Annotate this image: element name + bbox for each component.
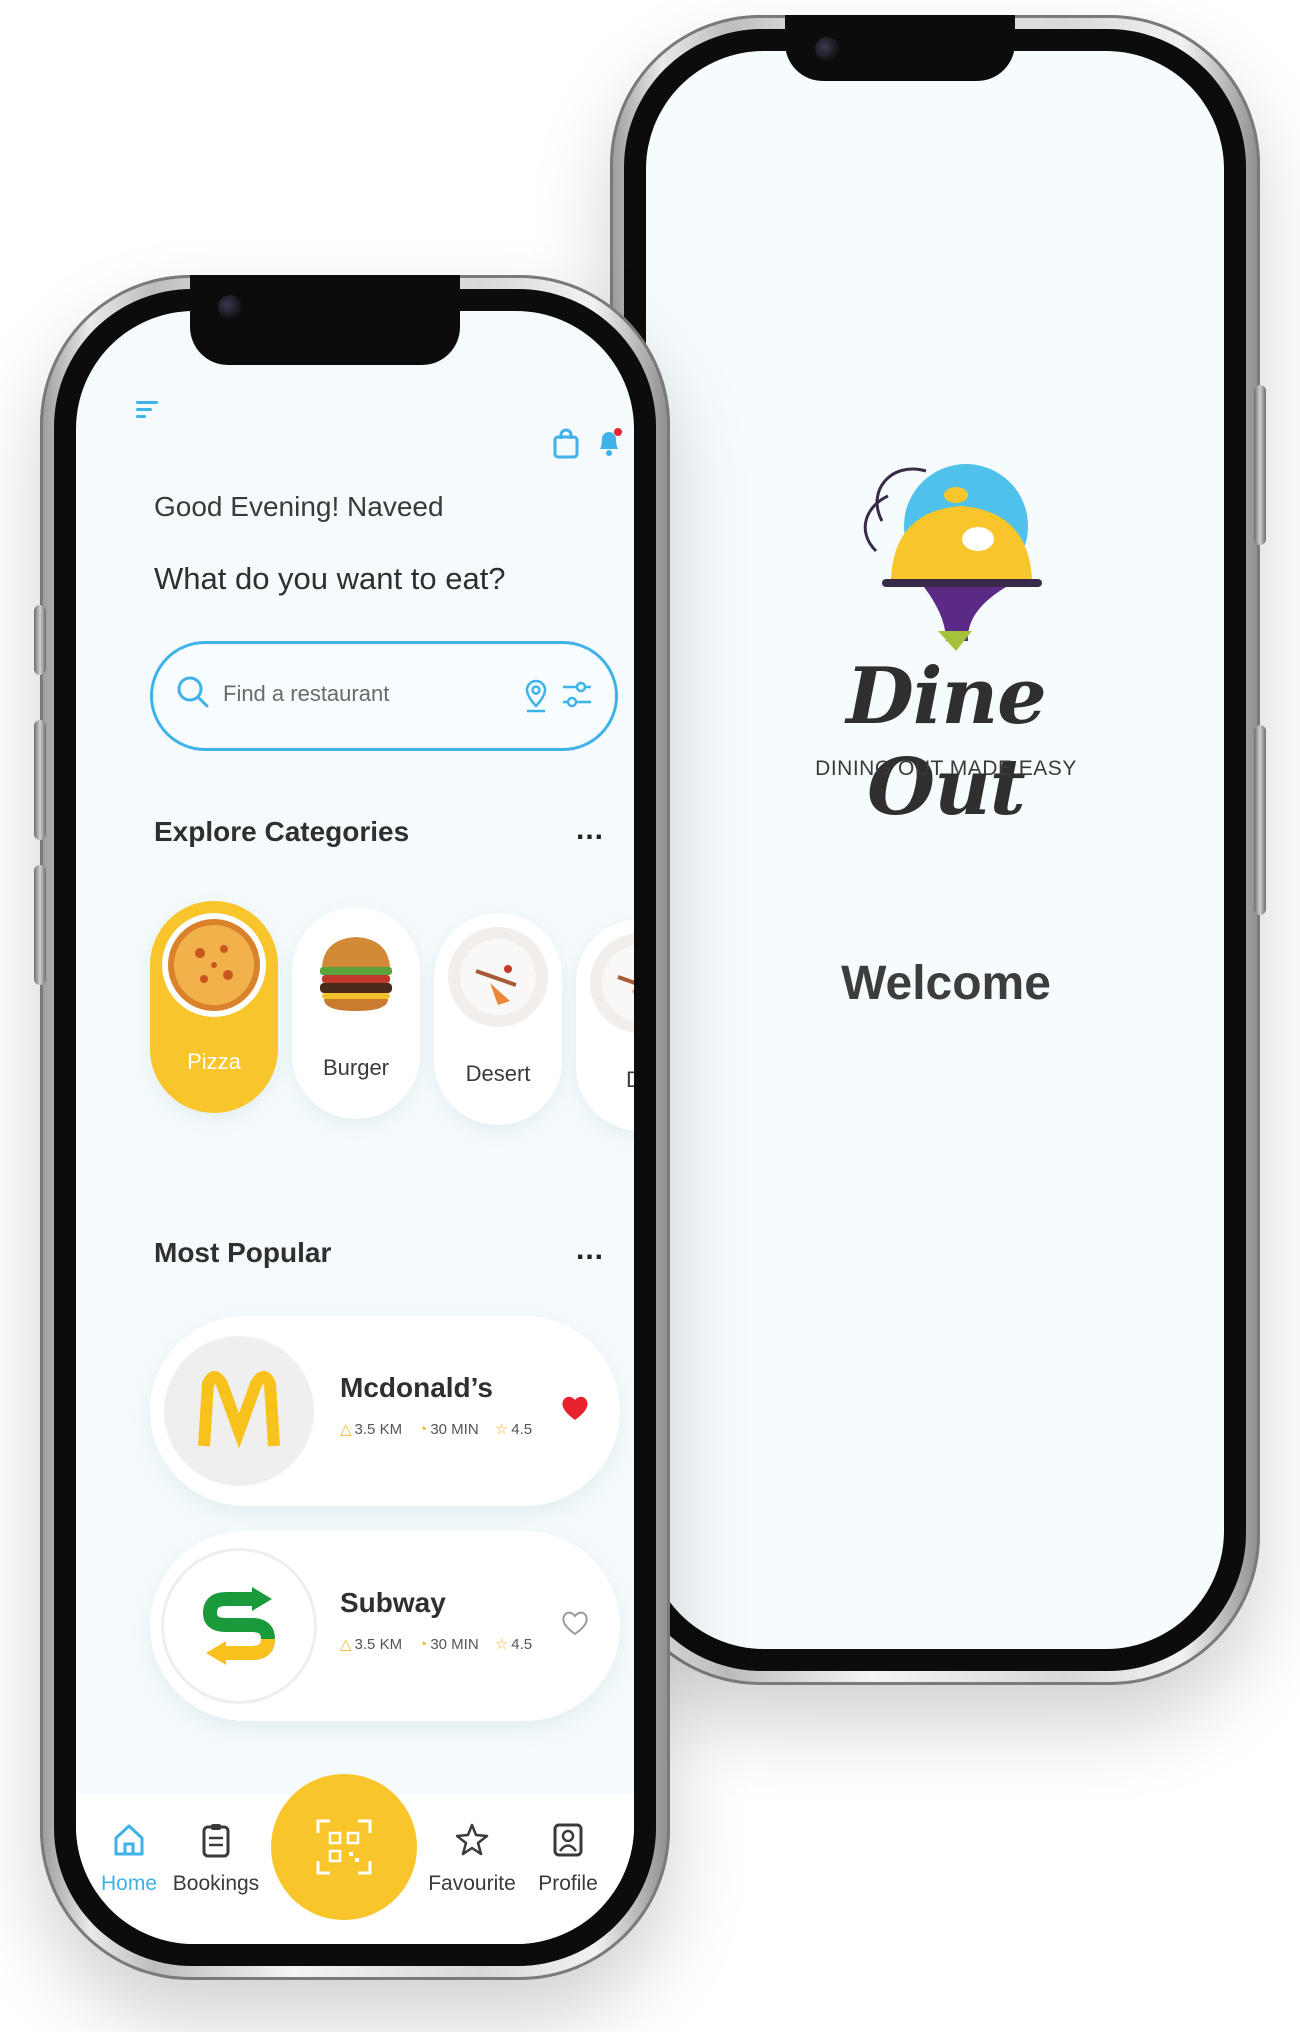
location-pin-icon[interactable] [523, 678, 549, 714]
category-burger[interactable]: Burger [292, 907, 420, 1119]
golden-arches-icon [198, 1371, 280, 1449]
search-bar[interactable] [150, 641, 618, 751]
tab-label: Bookings [172, 1872, 260, 1895]
restaurant-name: Mcdonald’s [340, 1372, 493, 1403]
time-value: 30 MIN [430, 1636, 479, 1653]
dessert-plate-icon [448, 927, 548, 1027]
dine-out-logo [796, 451, 1096, 656]
restaurant-card-subway[interactable]: Subway △ 3.5 KM ◔ 30 MIN ☆ 4.5 [150, 1531, 620, 1721]
category-label: De [625, 1067, 634, 1092]
popular-title: Most Popular [154, 1237, 332, 1268]
subway-logo [164, 1551, 314, 1701]
restaurant-meta: △ 3.5 KM ◔ 30 MIN ☆ 4.5 [340, 1635, 544, 1653]
brand-tagline: DINING OUT MADE EASY [815, 757, 1077, 780]
dessert-plate-icon [590, 933, 634, 1033]
home-screen: Good Evening! Naveed What do you want to… [76, 311, 634, 1944]
tab-label: Home [100, 1872, 158, 1895]
welcome-heading: Welcome [841, 957, 1051, 1010]
restaurant-name: Subway [340, 1587, 446, 1618]
tab-label: Profile [538, 1872, 598, 1895]
mcdonalds-logo [164, 1336, 314, 1486]
rating-value: 4.5 [511, 1421, 533, 1438]
home-icon [114, 1824, 144, 1856]
greeting-text: Good Evening! Naveed [154, 491, 444, 522]
distance-icon: △ [340, 1636, 352, 1653]
heart-outline-icon[interactable] [560, 1609, 590, 1637]
star-icon [455, 1823, 489, 1856]
search-input[interactable] [221, 680, 505, 708]
rating-value: 4.5 [511, 1636, 533, 1653]
categories-title: Explore Categories [154, 816, 410, 847]
phone-notch [190, 275, 460, 365]
subway-arrows-icon [202, 1587, 276, 1665]
pizza-icon [162, 913, 266, 1017]
phone-notch [785, 15, 1015, 81]
mute-switch [34, 605, 46, 675]
volume-down-button [34, 865, 46, 985]
tab-bookings[interactable]: Bookings [166, 1822, 266, 1896]
bottom-tab-bar: Home Bookings Favourite Profile [76, 1774, 634, 1944]
category-desert[interactable]: Desert [434, 913, 562, 1125]
burger-icon [320, 937, 392, 1011]
welcome-phone: Dine Out DINING OUT MADE EASY Welcome [604, 15, 1266, 1685]
filter-icon[interactable] [561, 678, 593, 712]
notification-bell-icon[interactable] [594, 425, 624, 459]
cloche-logo-icon [863, 464, 1042, 651]
rating-star-icon: ☆ [494, 1636, 509, 1653]
distance-value: 3.5 KM [354, 1421, 403, 1438]
time-icon: ◔ [418, 1636, 428, 1653]
menu-icon[interactable] [134, 397, 160, 423]
restaurant-card-mcdonalds[interactable]: Mcdonald’s △ 3.5 KM ◔ 30 MIN ☆ 4.5 [150, 1316, 620, 1506]
category-label: Burger [322, 1055, 390, 1080]
camera-icon [815, 37, 839, 61]
rating-star-icon: ☆ [494, 1421, 509, 1438]
tab-home[interactable]: Home [94, 1822, 164, 1896]
time-icon: ◔ [418, 1421, 428, 1438]
category-pizza[interactable]: Pizza [150, 901, 278, 1113]
distance-value: 3.5 KM [354, 1636, 403, 1653]
clipboard-icon [202, 1824, 230, 1858]
tab-favourite[interactable]: Favourite [422, 1822, 522, 1896]
profile-icon [553, 1823, 583, 1857]
brand-name: Dine Out [846, 651, 1047, 833]
category-label: Desert [465, 1061, 531, 1086]
home-phone: Good Evening! Naveed What do you want to… [34, 275, 670, 1980]
tab-label: Favourite [428, 1872, 516, 1895]
welcome-screen: Dine Out DINING OUT MADE EASY Welcome [646, 51, 1224, 1649]
camera-icon [218, 295, 242, 319]
power-button [1254, 385, 1266, 545]
tab-profile[interactable]: Profile [528, 1822, 608, 1896]
volume-button [1254, 725, 1266, 915]
shopping-bag-icon[interactable] [551, 427, 581, 459]
heart-filled-icon[interactable] [560, 1394, 590, 1422]
qr-scan-icon [316, 1819, 372, 1875]
prompt-question: What do you want to eat? [154, 561, 506, 596]
distance-icon: △ [340, 1421, 352, 1438]
search-icon [177, 676, 209, 708]
time-value: 30 MIN [430, 1421, 479, 1438]
volume-up-button [34, 720, 46, 840]
popular-more-button[interactable]: ... [576, 1233, 604, 1267]
category-label: Pizza [187, 1049, 241, 1074]
categories-more-button[interactable]: ... [576, 813, 604, 847]
scan-qr-button[interactable] [271, 1774, 417, 1920]
category-desert-2[interactable]: De [576, 919, 634, 1131]
restaurant-meta: △ 3.5 KM ◔ 30 MIN ☆ 4.5 [340, 1420, 544, 1438]
